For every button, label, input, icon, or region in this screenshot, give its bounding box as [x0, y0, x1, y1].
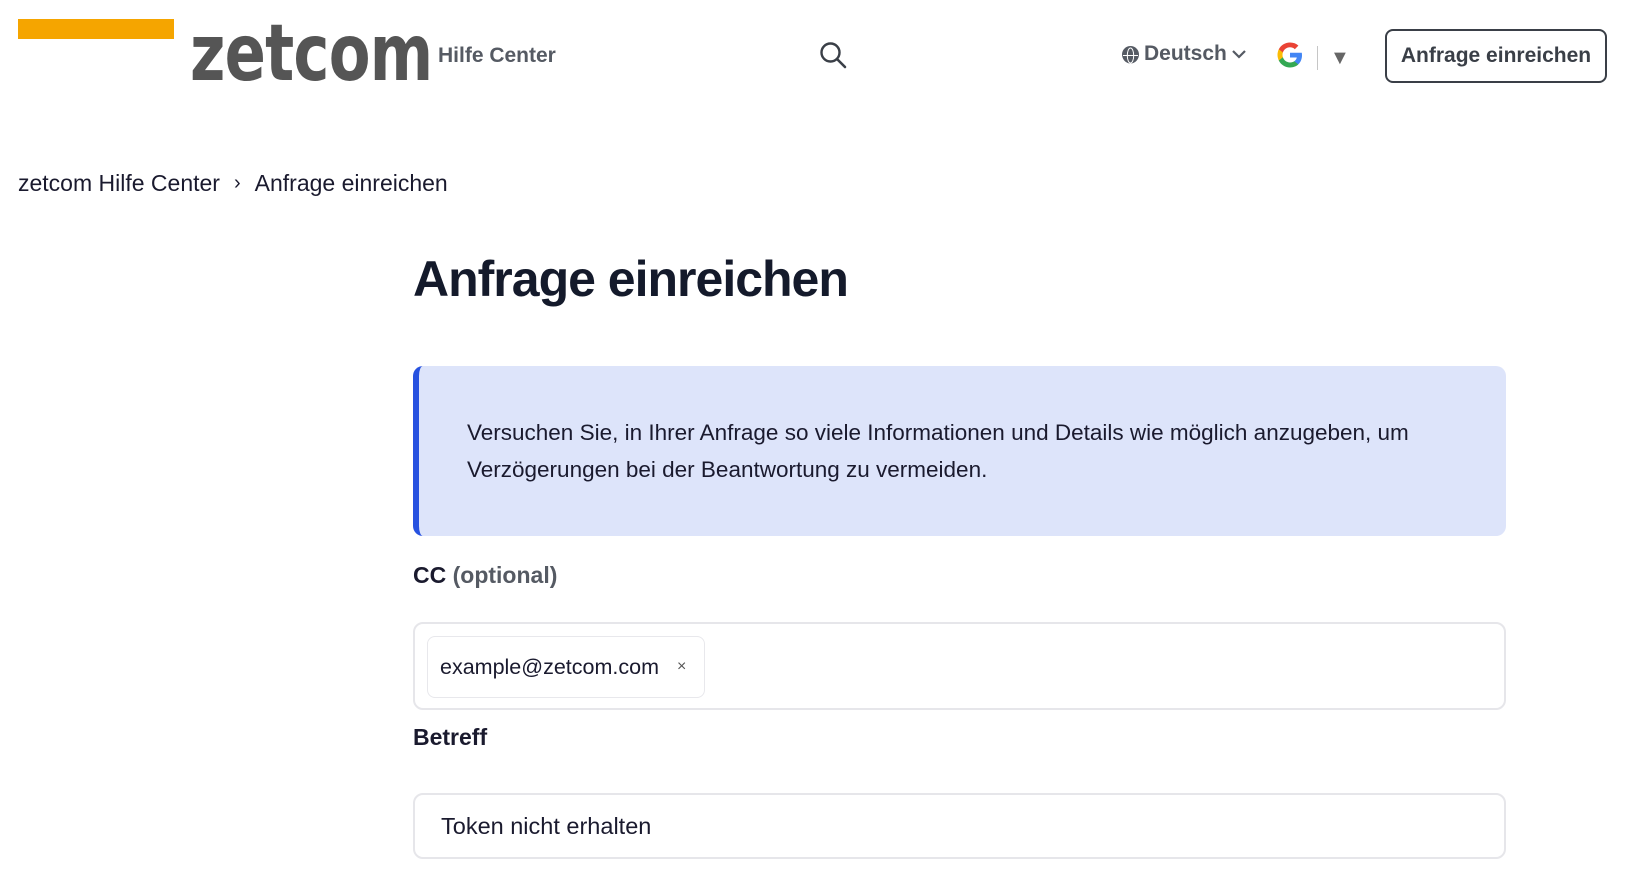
breadcrumb-home-link[interactable]: zetcom Hilfe Center [18, 170, 220, 197]
page-title: Anfrage einreichen [413, 251, 849, 307]
close-icon[interactable]: × [677, 658, 686, 676]
cc-field[interactable]: example@zetcom.com × [413, 622, 1506, 710]
cc-email-tag: example@zetcom.com × [427, 636, 706, 698]
breadcrumb-current-link[interactable]: Anfrage einreichen [255, 170, 448, 197]
cc-email-value: example@zetcom.com [440, 654, 659, 679]
breadcrumb-separator: › [233, 172, 241, 194]
zetcom-logo[interactable]: zetcom [190, 14, 433, 94]
search-icon[interactable] [818, 40, 848, 70]
cc-label: CC (optional) [413, 562, 557, 589]
divider [1317, 45, 1318, 70]
google-translate-icon [1275, 40, 1305, 75]
optional-label: (optional) [452, 562, 558, 588]
google-translate-widget[interactable]: ▼ [1275, 40, 1350, 75]
info-notice: Versuchen Sie, in Ihrer Anfrage so viele… [413, 366, 1506, 536]
caret-down-icon: ▼ [1330, 46, 1350, 69]
globe-icon [1122, 45, 1139, 63]
help-center-link[interactable]: Hilfe Center [438, 44, 556, 68]
logo-accent-bar [18, 19, 174, 39]
breadcrumb: zetcom Hilfe Center › Anfrage einreichen [18, 170, 448, 197]
site-header: zetcom Hilfe Center Deutsch ▼ Anfrage ei… [0, 0, 1625, 110]
language-label: Deutsch [1144, 42, 1227, 65]
submit-request-button[interactable]: Anfrage einreichen [1385, 29, 1607, 83]
chevron-down-icon [1232, 49, 1246, 59]
subject-label: Betreff [413, 724, 488, 750]
notice-text: Versuchen Sie, in Ihrer Anfrage so viele… [467, 420, 1409, 482]
subject-input[interactable] [413, 793, 1506, 859]
cc-label-text: CC [413, 562, 447, 588]
language-selector[interactable]: Deutsch [1122, 42, 1246, 66]
